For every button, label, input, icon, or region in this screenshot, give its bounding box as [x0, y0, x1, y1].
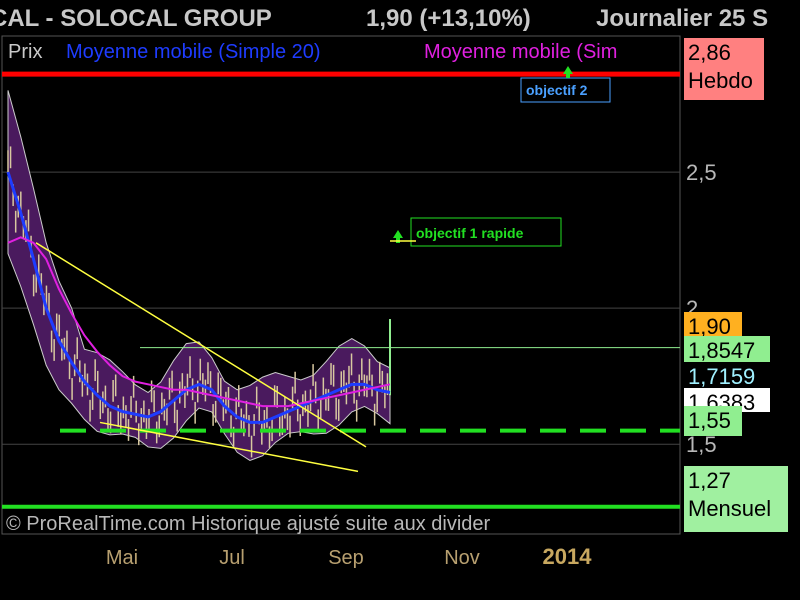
- legend-price: Prix: [8, 41, 42, 63]
- price-tag-value: 1,90: [688, 314, 731, 339]
- chart-period: Journalier 25 S: [596, 5, 768, 32]
- price-tag-value: 1,27: [688, 468, 731, 493]
- price-tag-value: 1,55: [688, 408, 731, 433]
- annotation-objectif-1: objectif 1 rapide: [390, 217, 562, 247]
- bollinger-band: [7, 90, 391, 461]
- y-tick-label: 2,5: [686, 160, 717, 185]
- price-tag-label: Hebdo: [688, 68, 753, 93]
- price-chart: CAL - SOLOCAL GROUP 1,90 (+13,10%) Journ…: [0, 5, 788, 569]
- plot-area: [2, 71, 680, 509]
- x-tick-label: Sep: [328, 547, 364, 569]
- x-tick-label: Jul: [219, 547, 245, 569]
- x-tick-label: 2014: [543, 544, 593, 569]
- chart-title: CAL - SOLOCAL GROUP: [0, 5, 272, 32]
- legend: Prix Moyenne mobile (Simple 20) Moyenne …: [8, 41, 617, 63]
- copyright-footer: © ProRealTime.com Historique ajusté suit…: [6, 513, 491, 535]
- annotation-objectif-2-text: objectif 2: [526, 82, 588, 98]
- price-tags: 2,86Hebdo1,901,85471,71591,63831,551,27M…: [684, 38, 788, 532]
- price-tag-value: 1,7159: [688, 364, 755, 389]
- x-axis: Mai Jul Sep Nov 2014: [106, 544, 592, 569]
- price-tag-value: 1,8547: [688, 338, 755, 363]
- chart-quote: 1,90 (+13,10%): [366, 5, 531, 32]
- annotation-objectif-1-text: objectif 1 rapide: [416, 225, 524, 241]
- legend-ma-other: Moyenne mobile (Sim: [424, 41, 617, 63]
- price-tag-value: 2,86: [688, 40, 731, 65]
- chart-stage: CAL - SOLOCAL GROUP 1,90 (+13,10%) Journ…: [0, 0, 800, 600]
- x-tick-label: Nov: [444, 547, 480, 569]
- legend-ma20: Moyenne mobile (Simple 20): [66, 41, 321, 63]
- annotation-objectif-2: objectif 2: [520, 66, 611, 103]
- x-tick-label: Mai: [106, 547, 138, 569]
- price-tag-label: Mensuel: [688, 496, 771, 521]
